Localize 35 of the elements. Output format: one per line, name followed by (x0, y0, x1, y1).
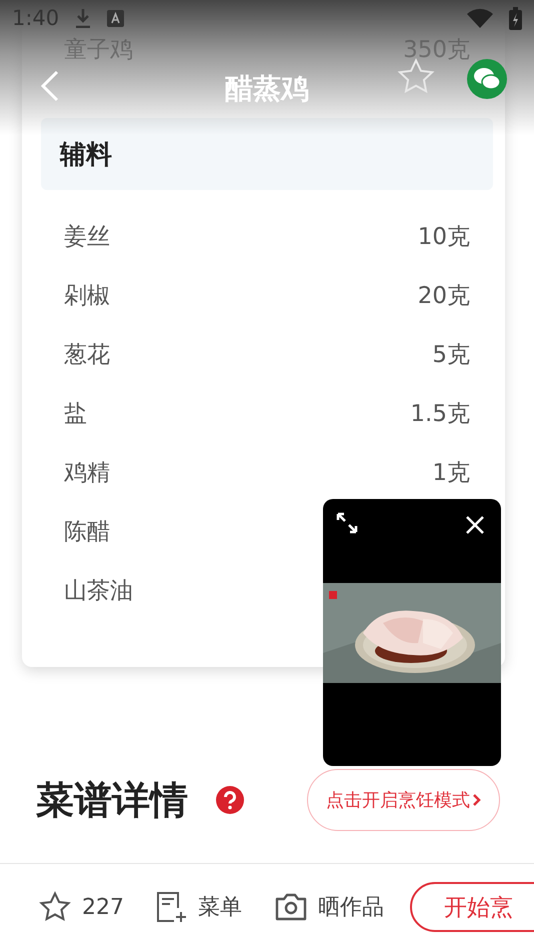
ingredient-name: 鸡精 (64, 459, 110, 488)
ingredient-amount: 10克 (418, 223, 470, 252)
favorite-count: 227 (82, 894, 124, 920)
chat-bubbles-icon (473, 67, 501, 91)
status-time: 1:40 (12, 6, 60, 30)
battery-icon (509, 6, 522, 30)
chevron-right-icon (472, 793, 481, 807)
section-title: 辅料 (60, 138, 112, 172)
recipe-title: 醋蒸鸡 (225, 71, 309, 107)
ingredient-amount: 1.5克 (410, 400, 470, 429)
ingredient-amount: 5克 (432, 341, 470, 370)
download-icon (75, 8, 92, 28)
ingredient-name: 陈醋 (64, 518, 110, 547)
start-cooking-button[interactable]: 开始烹 (410, 882, 534, 932)
help-icon[interactable] (216, 786, 244, 814)
cooking-mode-button[interactable]: 点击开启烹饪模式 (307, 769, 500, 831)
wifi-icon (467, 8, 493, 28)
ingredient-name: 剁椒 (64, 282, 110, 311)
add-list-icon[interactable] (156, 891, 188, 923)
ingredient-name: 葱花 (64, 341, 110, 370)
keyboard-icon (107, 10, 124, 26)
expand-icon[interactable] (335, 511, 359, 535)
share-label[interactable]: 晒作品 (318, 892, 384, 922)
camera-icon[interactable] (274, 892, 308, 922)
section-title: 菜谱详情 (36, 776, 188, 824)
ingredient-amount: 20克 (418, 282, 470, 311)
ingredient-name: 盐 (64, 400, 87, 429)
ingredient-name: 姜丝 (64, 223, 110, 252)
close-icon[interactable] (465, 515, 485, 535)
menu-label[interactable]: 菜单 (198, 892, 242, 922)
ingredient-amount: 1克 (432, 459, 470, 488)
ingredient-name: 山茶油 (64, 577, 133, 606)
star-icon[interactable] (396, 58, 436, 96)
video-player[interactable] (323, 499, 501, 766)
star-icon[interactable] (38, 890, 72, 924)
